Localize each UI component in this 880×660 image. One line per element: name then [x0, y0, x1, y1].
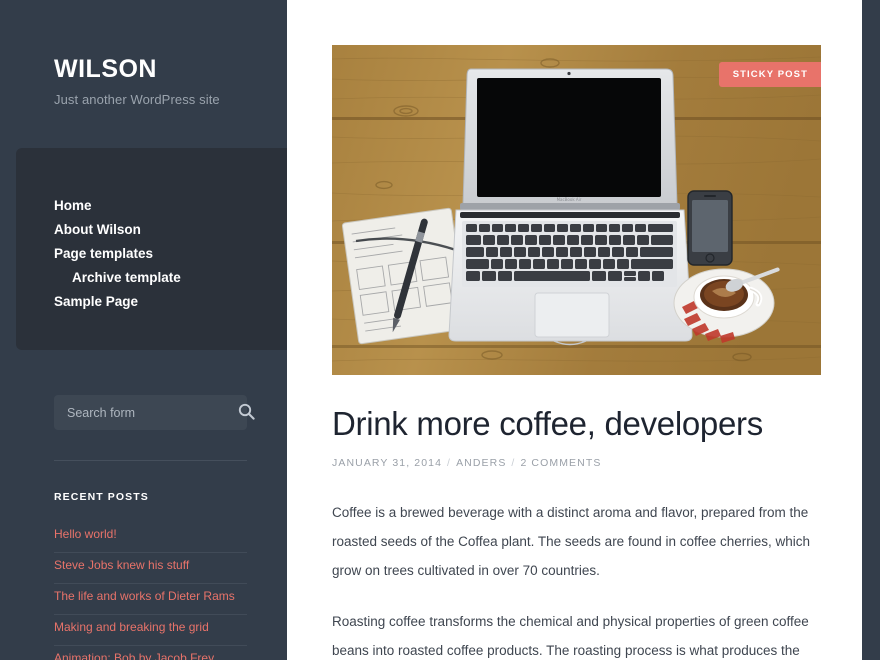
- list-item: The life and works of Dieter Rams: [54, 584, 247, 615]
- search-widget: [54, 395, 255, 430]
- sidebar-divider: [54, 460, 247, 461]
- page-title[interactable]: Drink more coffee, developers: [332, 405, 832, 443]
- search-form: [54, 395, 255, 430]
- right-background-strip: [862, 0, 880, 660]
- featured-image[interactable]: MacBook Air STICKY POST: [332, 45, 821, 375]
- nav-item-home[interactable]: Home: [16, 194, 287, 218]
- nav-item-about-wilson[interactable]: About Wilson: [16, 218, 287, 242]
- entry-header: Drink more coffee, developers JANUARY 31…: [332, 405, 832, 469]
- recent-posts-list: Hello world! Steve Jobs knew his stuff T…: [54, 522, 247, 660]
- main-content: MacBook Air STICKY POST Drink more coffe…: [287, 0, 862, 660]
- list-item: Animation: Bob by Jacob Frey: [54, 646, 247, 660]
- main-navigation: Home About Wilson Page templates Archive…: [16, 148, 287, 350]
- meta-separator-1: /: [447, 456, 452, 469]
- entry-comments-link[interactable]: 2 COMMENTS: [520, 457, 601, 469]
- entry-date[interactable]: JANUARY 31, 2014: [332, 457, 442, 469]
- recent-post-link-5[interactable]: Animation: Bob by Jacob Frey: [54, 646, 247, 660]
- sticky-post-badge: STICKY POST: [718, 62, 821, 87]
- recent-post-link-3[interactable]: The life and works of Dieter Rams: [54, 584, 247, 614]
- nav-item-sample-page[interactable]: Sample Page: [16, 290, 287, 314]
- featured-image-illustration: MacBook Air: [332, 45, 821, 375]
- search-submit-button[interactable]: [238, 395, 255, 430]
- entry-paragraph-1: Coffee is a brewed beverage with a disti…: [332, 505, 811, 578]
- sidebar: WILSON Just another WordPress site Home …: [0, 0, 287, 660]
- entry-meta: JANUARY 31, 2014 / ANDERS / 2 COMMENTS: [332, 457, 832, 469]
- nav-item-archive-template[interactable]: Archive template: [16, 266, 287, 290]
- site-description: Just another WordPress site: [54, 91, 220, 107]
- entry-content: Coffee is a brewed beverage with a disti…: [332, 498, 824, 660]
- recent-posts-heading: RECENT POSTS: [54, 491, 149, 503]
- list-item: Hello world!: [54, 522, 247, 553]
- meta-separator-2: /: [511, 456, 516, 469]
- recent-post-link-4[interactable]: Making and breaking the grid: [54, 615, 247, 645]
- recent-post-link-2[interactable]: Steve Jobs knew his stuff: [54, 553, 247, 583]
- site-title[interactable]: WILSON: [54, 55, 287, 84]
- list-item: Steve Jobs knew his stuff: [54, 553, 247, 584]
- entry-paragraph-2: Roasting coffee transforms the chemical …: [332, 614, 809, 658]
- svg-text:MacBook Air: MacBook Air: [557, 197, 582, 202]
- entry-author[interactable]: ANDERS: [456, 457, 506, 469]
- list-item: Making and breaking the grid: [54, 615, 247, 646]
- nav-item-page-templates[interactable]: Page templates: [16, 242, 287, 266]
- search-input[interactable]: [54, 405, 238, 420]
- search-icon: [238, 403, 255, 423]
- site-branding: WILSON Just another WordPress site: [0, 0, 287, 107]
- recent-post-link-1[interactable]: Hello world!: [54, 522, 247, 552]
